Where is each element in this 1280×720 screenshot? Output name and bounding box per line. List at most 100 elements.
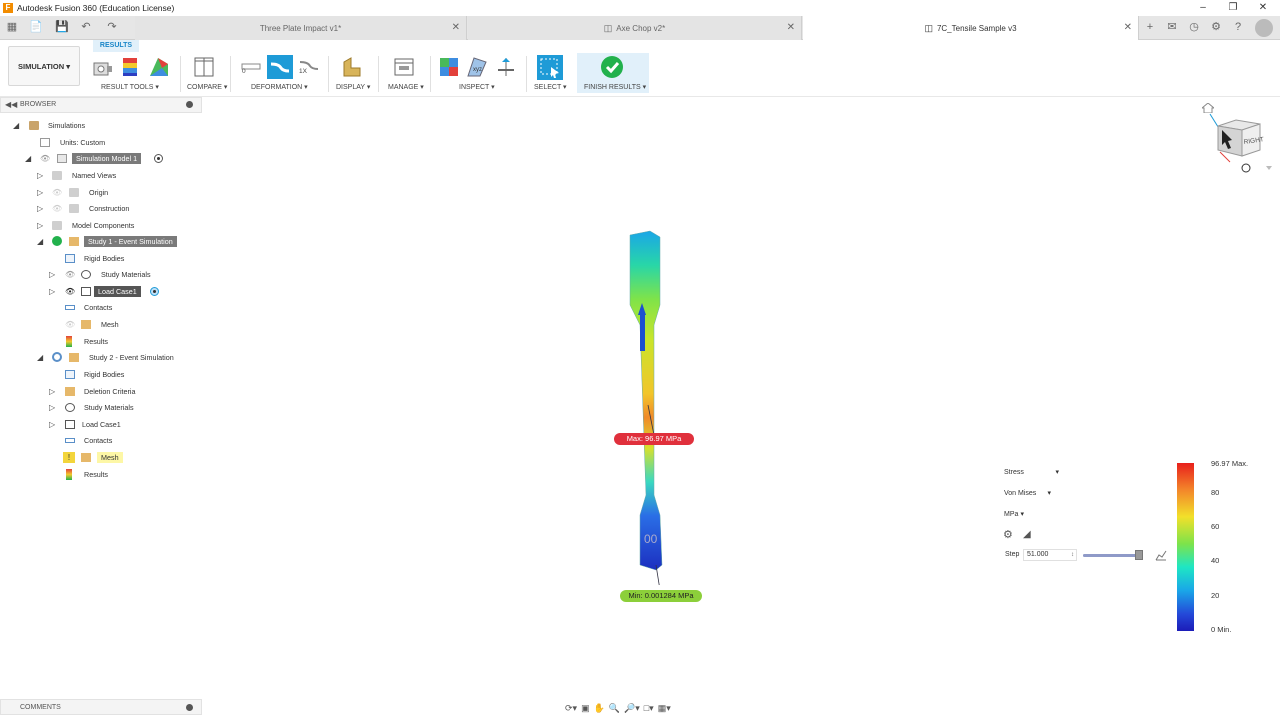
- compare-icon[interactable]: [193, 56, 215, 78]
- tree-item-study-materials[interactable]: ▷ 👁 Study Materials: [0, 267, 202, 281]
- expand-arrow-icon[interactable]: ▷: [37, 171, 43, 180]
- comments-panel-header[interactable]: COMMENTS: [0, 699, 202, 715]
- orbit-icon[interactable]: ⟳▾: [565, 703, 577, 714]
- expand-arrow-icon[interactable]: ▷: [37, 204, 43, 213]
- select-menu[interactable]: SELECT ▾: [534, 83, 567, 91]
- zoom-icon[interactable]: 🔍: [609, 703, 620, 714]
- units-dropdown[interactable]: MPa ▾: [1000, 508, 1026, 520]
- save-icon[interactable]: 💾: [54, 19, 70, 35]
- tree-item-study-materials[interactable]: ▷ Study Materials: [0, 400, 202, 414]
- home-view-icon[interactable]: [1202, 103, 1214, 113]
- expand-arrow-icon[interactable]: ▷: [49, 420, 55, 429]
- compare-menu[interactable]: COMPARE ▾: [187, 83, 227, 91]
- visibility-eye-icon[interactable]: 👁: [65, 320, 75, 329]
- legend-options-icon[interactable]: ◢: [1023, 529, 1031, 540]
- panel-pin-icon[interactable]: [186, 704, 193, 711]
- redo-icon[interactable]: ↷: [104, 19, 120, 35]
- tab-results[interactable]: RESULTS: [93, 40, 139, 52]
- max-stress-badge[interactable]: Max: 96.97 MPa: [614, 433, 694, 445]
- deformation-actual-button[interactable]: [267, 55, 293, 79]
- settings-gear-icon[interactable]: ⚙: [1003, 528, 1013, 541]
- panel-pin-icon[interactable]: [186, 101, 193, 108]
- finish-results-button[interactable]: [601, 56, 623, 78]
- tab-tensile-sample[interactable]: ◫ 7C_Tensile Sample v3 ✕: [803, 16, 1139, 40]
- tree-item-results[interactable]: Results: [0, 334, 202, 348]
- expand-arrow-icon[interactable]: ▷: [37, 188, 43, 197]
- expand-arrow-icon[interactable]: ▷: [49, 403, 55, 412]
- grid-icon[interactable]: ▦▾: [658, 703, 671, 714]
- close-tab-icon[interactable]: ✕: [1124, 22, 1132, 33]
- apps-grid-icon[interactable]: ▦: [4, 19, 20, 35]
- help-icon[interactable]: ?: [1230, 19, 1246, 35]
- activate-radio[interactable]: [154, 154, 163, 163]
- tree-item-model-components[interactable]: ▷ Model Components: [0, 218, 202, 232]
- tree-item-origin[interactable]: ▷ 👁 Origin: [0, 185, 202, 199]
- close-tab-icon[interactable]: ✕: [787, 22, 795, 33]
- step-input[interactable]: 51.000 ↕: [1023, 549, 1077, 561]
- step-slider-track[interactable]: [1083, 554, 1143, 557]
- user-avatar[interactable]: [1255, 19, 1273, 37]
- tree-item-units[interactable]: Units: Custom: [0, 135, 202, 149]
- step-graph-icon[interactable]: [1155, 549, 1167, 561]
- tree-item-rigid-bodies[interactable]: Rigid Bodies: [0, 251, 202, 265]
- expand-arrow-icon[interactable]: ▷: [49, 270, 55, 279]
- notifications-icon[interactable]: ✉: [1164, 19, 1180, 35]
- look-at-icon[interactable]: ▣: [581, 703, 590, 714]
- tree-item-study-2[interactable]: ◢ Study 2 - Event Simulation: [0, 350, 202, 364]
- close-tab-icon[interactable]: ✕: [452, 22, 460, 33]
- activate-radio[interactable]: [150, 287, 159, 296]
- tree-item-load-case[interactable]: ▷ 👁 Load Case1: [0, 284, 202, 298]
- select-button[interactable]: [537, 55, 563, 80]
- tree-item-contacts[interactable]: Contacts: [0, 433, 202, 447]
- collapse-panel-icon[interactable]: ◀◀: [5, 100, 17, 109]
- undo-icon[interactable]: ↶: [78, 19, 94, 35]
- tree-item-mesh[interactable]: 👁 Mesh: [0, 317, 202, 331]
- file-menu-icon[interactable]: 📄: [28, 19, 44, 35]
- tree-item-simulations[interactable]: ◢ Simulations: [0, 118, 202, 132]
- surface-probe-icon[interactable]: xyz: [466, 56, 488, 78]
- add-tab-icon[interactable]: +: [1142, 19, 1158, 35]
- min-stress-badge[interactable]: Min: 0.001284 MPa: [620, 590, 702, 602]
- step-spinner-icon[interactable]: ↕: [1071, 550, 1074, 560]
- visibility-eye-icon[interactable]: 👁: [40, 154, 50, 163]
- minimize-icon[interactable]: –: [1193, 1, 1213, 15]
- collapse-arrow-icon[interactable]: ◢: [13, 121, 19, 130]
- section-analysis-icon[interactable]: [495, 56, 517, 78]
- job-status-icon[interactable]: ◷: [1186, 19, 1202, 35]
- tree-item-simulation-model[interactable]: ◢ 👁 Simulation Model 1: [0, 151, 202, 165]
- maximize-icon[interactable]: ❐: [1223, 1, 1243, 15]
- manage-icon[interactable]: [393, 56, 415, 78]
- expand-arrow-icon[interactable]: ▷: [49, 387, 55, 396]
- result-tools-menu[interactable]: RESULT TOOLS ▾: [101, 83, 159, 91]
- result-type-dropdown[interactable]: Stress ▾: [1000, 466, 1062, 478]
- inspect-menu[interactable]: INSPECT ▾: [459, 83, 495, 91]
- visibility-eye-icon[interactable]: 👁: [65, 287, 75, 296]
- expand-arrow-icon[interactable]: ▷: [49, 287, 55, 296]
- tree-item-results[interactable]: Results: [0, 467, 202, 481]
- manage-menu[interactable]: MANAGE ▾: [388, 83, 424, 91]
- collapse-arrow-icon[interactable]: ◢: [37, 353, 43, 362]
- visibility-eye-icon[interactable]: 👁: [65, 270, 75, 279]
- tab-three-plate-impact[interactable]: Three Plate Impact v1* ✕: [135, 16, 467, 40]
- tree-item-contacts[interactable]: Contacts: [0, 300, 202, 314]
- deformation-menu[interactable]: DEFORMATION ▾: [251, 83, 308, 91]
- probe-icon[interactable]: [438, 56, 460, 78]
- tree-item-construction[interactable]: ▷ 👁 Construction: [0, 201, 202, 215]
- finish-results-menu[interactable]: FINISH RESULTS ▾: [584, 83, 646, 91]
- tree-item-mesh-warning[interactable]: ! Mesh: [0, 450, 202, 464]
- tree-item-deletion-criteria[interactable]: ▷ Deletion Criteria: [0, 384, 202, 398]
- tab-axe-chop[interactable]: ◫ Axe Chop v2* ✕: [468, 16, 802, 40]
- tensile-specimen-model[interactable]: 00: [610, 225, 710, 585]
- tree-item-load-case[interactable]: ▷ Load Case1: [0, 417, 202, 431]
- pan-icon[interactable]: ✋: [594, 703, 605, 714]
- display-settings-icon[interactable]: □▾: [644, 703, 654, 714]
- surface-plot-icon[interactable]: [148, 56, 170, 78]
- close-window-icon[interactable]: ✕: [1253, 1, 1273, 15]
- plot-colors-icon[interactable]: [120, 56, 142, 78]
- visibility-eye-icon[interactable]: 👁: [52, 204, 62, 213]
- tree-item-rigid-bodies[interactable]: Rigid Bodies: [0, 367, 202, 381]
- results-camera-icon[interactable]: [92, 58, 114, 80]
- tree-item-study-1[interactable]: ◢ Study 1 - Event Simulation: [0, 234, 202, 248]
- collapse-arrow-icon[interactable]: ◢: [37, 237, 43, 246]
- expand-arrow-icon[interactable]: ▷: [37, 221, 43, 230]
